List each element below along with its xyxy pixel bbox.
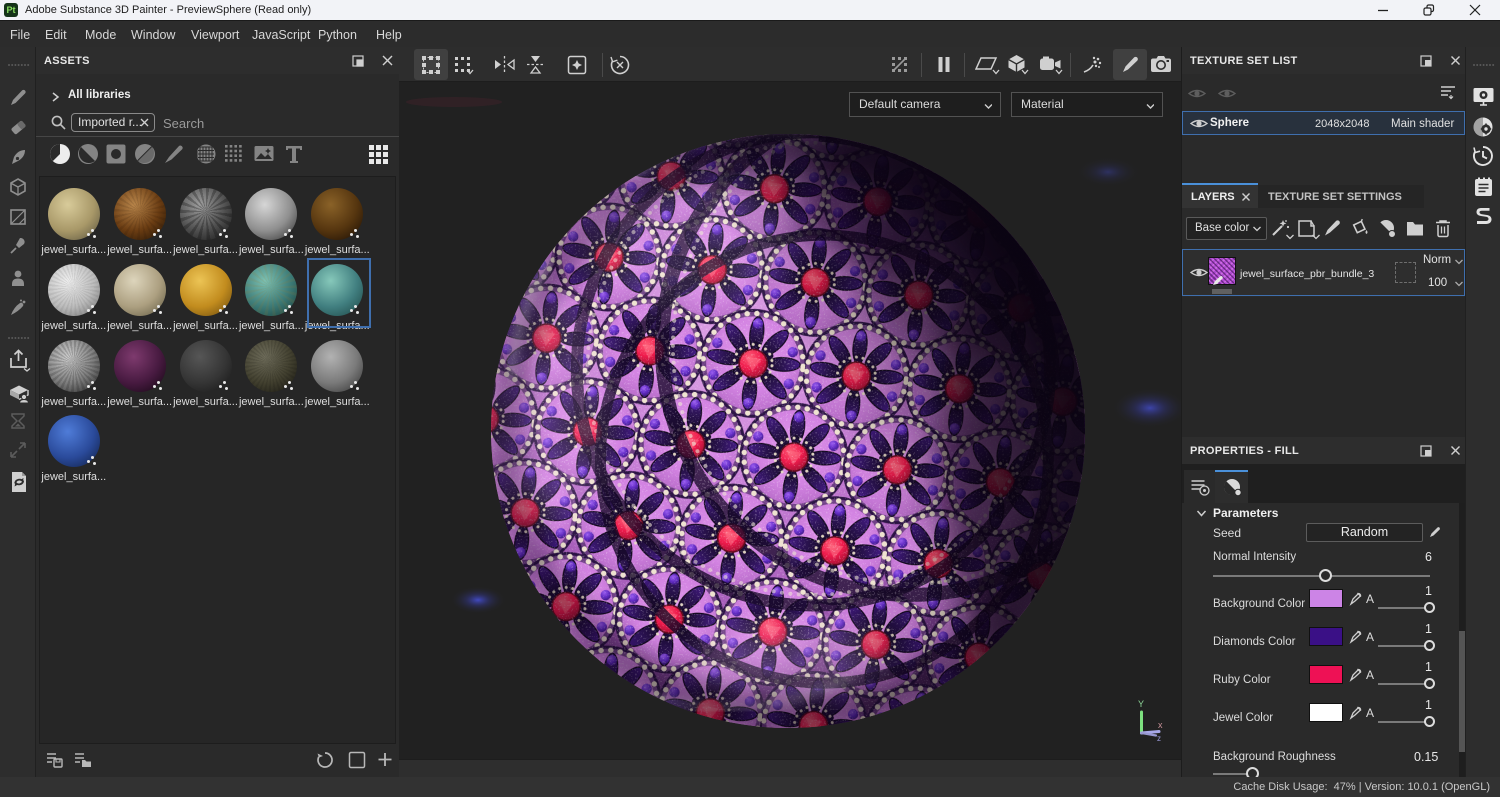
svg-text:z: z bbox=[1157, 734, 1161, 743]
svg-text:x: x bbox=[1158, 720, 1163, 730]
svg-text:Y: Y bbox=[1138, 699, 1144, 709]
